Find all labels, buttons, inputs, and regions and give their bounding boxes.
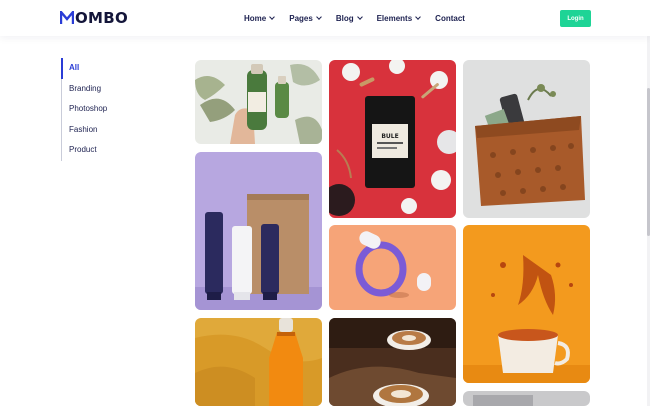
main-nav: Home Pages Blog Elements Contact <box>244 12 480 24</box>
coffee-bag-label: BULE <box>381 133 398 140</box>
latte-image <box>329 318 456 406</box>
chevron-down-icon <box>415 14 422 20</box>
nav-pages-label: Pages <box>289 13 313 23</box>
chevron-down-icon <box>269 14 276 20</box>
filter-fashion[interactable]: Fashion <box>62 120 141 141</box>
gallery-item-purple-ring[interactable] <box>329 225 456 310</box>
filter-all[interactable]: All <box>61 58 141 79</box>
nav-blog-label: Blog <box>335 13 354 23</box>
chevron-down-icon <box>356 14 363 20</box>
gallery-item-cosmetics[interactable] <box>195 152 322 310</box>
login-button[interactable]: Login <box>560 10 591 27</box>
logo-text: OMBO <box>75 9 129 27</box>
logo[interactable]: OMBO <box>60 9 128 27</box>
gallery-item-latte[interactable] <box>329 318 456 406</box>
nav-contact[interactable]: Contact <box>435 12 465 24</box>
gallery-item-yellow-bottle[interactable] <box>195 318 322 406</box>
gallery-item-partial[interactable] <box>463 391 590 406</box>
filter-branding[interactable]: Branding <box>62 79 141 100</box>
nav-home[interactable]: Home <box>244 12 276 24</box>
filter-photoshop[interactable]: Photoshop <box>62 99 141 120</box>
coffee-bag-image: BULE <box>329 60 456 218</box>
nav-home-label: Home <box>244 13 267 23</box>
gallery-item-coffee-bag[interactable]: BULE <box>329 60 456 218</box>
nav-pages[interactable]: Pages <box>289 12 322 24</box>
nav-elements-label: Elements <box>376 13 413 23</box>
gallery-item-pouch[interactable] <box>463 60 590 218</box>
site-header: OMBO Home Pages Blog Elements Contact Lo… <box>0 0 650 36</box>
nav-elements[interactable]: Elements <box>376 12 422 24</box>
pouch-phone-image <box>463 60 590 218</box>
logo-mark-icon <box>60 11 74 24</box>
cosmetics-image <box>195 152 322 310</box>
nav-blog[interactable]: Blog <box>335 12 363 24</box>
filter-product[interactable]: Product <box>62 140 141 161</box>
purple-ring-image <box>329 225 456 310</box>
green-bottle-image <box>195 60 322 144</box>
orange-splash-image <box>463 225 590 383</box>
chevron-down-icon <box>315 14 322 20</box>
yellow-bottle-image <box>195 318 322 406</box>
gallery-item-orange-splash[interactable] <box>463 225 590 383</box>
partial-image <box>463 391 590 406</box>
gallery-item-green-bottle[interactable] <box>195 60 322 144</box>
portfolio-filter-list: All Branding Photoshop Fashion Product <box>61 58 141 161</box>
nav-contact-label: Contact <box>435 13 465 23</box>
